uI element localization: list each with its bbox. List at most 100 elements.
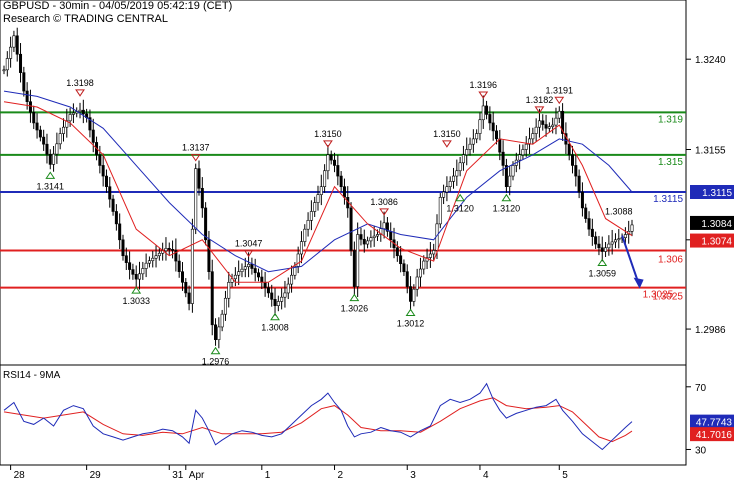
candle-body bbox=[504, 165, 508, 187]
candle-body bbox=[590, 228, 594, 237]
candle-body bbox=[42, 136, 46, 145]
candle-body bbox=[418, 268, 422, 278]
candle-body bbox=[468, 143, 472, 150]
candle-body bbox=[154, 255, 158, 259]
high-annotation-label: 1.3150 bbox=[433, 129, 461, 139]
candle-body bbox=[349, 207, 353, 251]
candle-body bbox=[114, 211, 118, 225]
low-annotation-label: 1.3008 bbox=[261, 323, 289, 333]
candle-body bbox=[438, 197, 442, 225]
candle-body bbox=[210, 271, 214, 326]
candle-body bbox=[557, 110, 561, 119]
low-annotation-label: 1.3026 bbox=[341, 304, 369, 314]
candle-body bbox=[266, 287, 270, 294]
candle-body bbox=[286, 283, 290, 294]
candle-body bbox=[577, 175, 581, 193]
high-annotation-label: 1.3086 bbox=[370, 197, 398, 207]
candle-body bbox=[498, 138, 502, 153]
candle-body bbox=[617, 238, 621, 241]
candle-body bbox=[333, 159, 337, 166]
high-annotation-label: 1.3182 bbox=[526, 95, 554, 105]
candle-body bbox=[45, 143, 49, 155]
candle-body bbox=[491, 122, 495, 132]
candle-body bbox=[415, 276, 419, 290]
candle-body bbox=[488, 114, 492, 124]
price-y-tick-label: 1.3240 bbox=[695, 55, 726, 66]
candle-body bbox=[313, 202, 317, 212]
candle-body bbox=[124, 255, 128, 263]
candle-body bbox=[214, 324, 218, 340]
candle-body bbox=[580, 191, 584, 209]
candle-body bbox=[372, 235, 376, 238]
candle-body bbox=[375, 234, 379, 237]
candle-body bbox=[22, 72, 26, 92]
candle-body bbox=[465, 149, 469, 156]
candle-body bbox=[571, 154, 575, 166]
candle-body bbox=[600, 247, 604, 252]
candle-body bbox=[432, 250, 436, 255]
candle-body bbox=[38, 129, 42, 138]
rsi-y-tick-label: 70 bbox=[695, 383, 707, 394]
candle-body bbox=[541, 120, 545, 125]
candle-body bbox=[409, 286, 413, 302]
candle-body bbox=[247, 263, 251, 268]
candle-body bbox=[19, 53, 23, 73]
candle-body bbox=[587, 218, 591, 230]
chart-title: GBPUSD - 30min - 04/05/2019 05:42:19 (CE… bbox=[3, 0, 233, 12]
candle-body bbox=[336, 165, 340, 177]
high-annotation-label: 1.3137 bbox=[182, 143, 210, 153]
candle-body bbox=[157, 252, 161, 257]
time-tick-label: 28 bbox=[14, 470, 26, 480]
level-label-resistance: 1.319 bbox=[658, 114, 683, 125]
candle-body bbox=[138, 273, 142, 280]
candle-body bbox=[455, 170, 459, 177]
candle-body bbox=[190, 228, 194, 304]
candle-body bbox=[58, 133, 62, 145]
candle-body bbox=[544, 124, 548, 129]
candle-body bbox=[399, 255, 403, 265]
candle-body bbox=[299, 241, 303, 255]
candle-body bbox=[366, 240, 370, 245]
candle-body bbox=[613, 239, 617, 243]
low-annotation-label: 1.3059 bbox=[588, 269, 616, 279]
candle-body bbox=[28, 101, 32, 113]
candle-body bbox=[257, 272, 261, 278]
candle-body bbox=[48, 153, 52, 165]
candle-body bbox=[194, 168, 198, 230]
candle-body bbox=[101, 165, 105, 177]
level-label-resistance: 1.315 bbox=[658, 157, 683, 168]
candle-body bbox=[369, 237, 373, 242]
time-tick-label: 4 bbox=[483, 470, 489, 480]
candle-body bbox=[78, 109, 82, 112]
candle-body bbox=[475, 133, 479, 140]
candle-body bbox=[217, 326, 221, 340]
candle-body bbox=[200, 187, 204, 209]
price-annotation-label: 1.3088 bbox=[605, 207, 633, 217]
candle-body bbox=[362, 238, 366, 245]
candle-body bbox=[630, 224, 634, 232]
candle-body bbox=[352, 250, 356, 287]
candle-body bbox=[108, 186, 112, 200]
candle-body bbox=[144, 262, 148, 269]
candle-body bbox=[15, 35, 19, 55]
candle-body bbox=[25, 90, 29, 102]
candle-body bbox=[481, 105, 485, 121]
candle-body bbox=[461, 154, 465, 164]
time-tick-label: 3 bbox=[410, 470, 416, 480]
time-tick-label: 1 bbox=[265, 470, 271, 480]
candle-body bbox=[554, 117, 558, 126]
candle-body bbox=[128, 262, 132, 270]
candle-body bbox=[306, 220, 310, 230]
candle-body bbox=[204, 207, 208, 241]
candle-body bbox=[81, 109, 85, 115]
candle-body bbox=[448, 181, 452, 187]
arrow-target-label: 1.3025 bbox=[643, 290, 674, 301]
candle-body bbox=[283, 292, 287, 298]
candle-body bbox=[134, 274, 138, 280]
pivot-level-tag: 1.3115 bbox=[702, 188, 732, 199]
candle-body bbox=[240, 268, 244, 272]
candle-body bbox=[518, 154, 522, 161]
candle-body bbox=[597, 243, 601, 249]
candle-body bbox=[501, 151, 505, 166]
candle-body bbox=[382, 222, 386, 229]
